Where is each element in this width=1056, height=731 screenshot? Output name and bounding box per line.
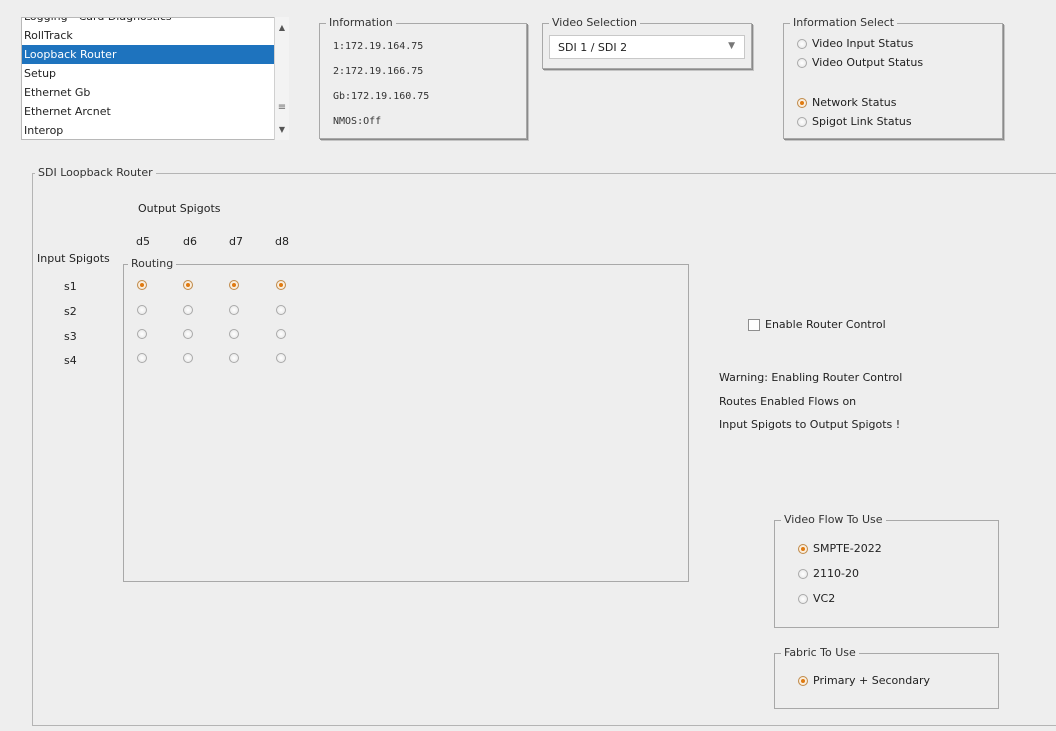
input-spigots-label: Input Spigots: [37, 252, 110, 265]
radio-video-input-status[interactable]: Video Input Status: [797, 37, 913, 50]
route-s1-d7-radio[interactable]: [229, 280, 239, 290]
route-s1-d6-radio[interactable]: [183, 280, 193, 290]
radio-label: VC2: [813, 592, 836, 605]
video-selection-title: Video Selection: [549, 16, 641, 30]
list-item-selected[interactable]: Loopback Router: [22, 45, 276, 64]
output-column-d5: d5: [136, 235, 150, 248]
radio-network-status[interactable]: Network Status: [797, 96, 896, 109]
chevron-down-icon[interactable]: ▼: [728, 41, 735, 51]
input-row-s1: s1: [64, 280, 77, 293]
scroll-down-icon[interactable]: ▼: [275, 123, 289, 137]
radio-label: Video Output Status: [812, 56, 924, 69]
radio-button-selected[interactable]: [797, 97, 807, 108]
route-s1-d5-radio[interactable]: [137, 280, 147, 290]
radio-button[interactable]: [798, 593, 808, 604]
page-list[interactable]: Logging - Card Diagnostics RollTrack Loo…: [21, 17, 277, 140]
radio-label: Video Input Status: [812, 37, 914, 50]
output-column-d7: d7: [229, 235, 243, 248]
scroll-thumb-grip-icon[interactable]: ≡: [275, 102, 289, 113]
info-line: 2:172.19.166.75: [333, 66, 424, 77]
radio-smpte-2022[interactable]: SMPTE-2022: [798, 542, 882, 555]
radio-video-output-status[interactable]: Video Output Status: [797, 56, 923, 69]
list-item[interactable]: Setup: [22, 64, 276, 83]
video-flow-group: Video Flow To Use SMPTE-2022 2110-20 VC2: [774, 513, 999, 628]
warning-text: Input Spigots to Output Spigots !: [719, 418, 901, 431]
radio-primary-secondary[interactable]: Primary + Secondary: [798, 674, 930, 687]
route-s2-d5-radio[interactable]: [137, 305, 147, 315]
fabric-title: Fabric To Use: [781, 646, 859, 660]
info-line: NMOS:Off: [333, 116, 382, 127]
list-item[interactable]: Ethernet Gb: [22, 83, 276, 102]
radio-spigot-link-status[interactable]: Spigot Link Status: [797, 115, 912, 128]
info-line: Gb:172.19.160.75: [333, 91, 430, 102]
route-s3-d6-radio[interactable]: [183, 329, 193, 339]
list-item[interactable]: RollTrack: [22, 26, 276, 45]
radio-label: SMPTE-2022: [813, 542, 882, 555]
routing-group: Routing: [123, 257, 689, 582]
list-item[interactable]: Ethernet Arcnet: [22, 102, 276, 121]
route-s4-d6-radio[interactable]: [183, 353, 193, 363]
video-selection-dropdown[interactable]: SDI 1 / SDI 2 ▼: [549, 35, 745, 59]
video-flow-title: Video Flow To Use: [781, 513, 886, 527]
radio-button-selected[interactable]: [798, 543, 808, 554]
radio-vc2[interactable]: VC2: [798, 592, 835, 605]
output-spigots-label: Output Spigots: [138, 202, 221, 215]
list-scrollbar[interactable]: ▲ ≡ ▼: [274, 17, 289, 140]
route-s2-d6-radio[interactable]: [183, 305, 193, 315]
enable-router-control-checkbox[interactable]: Enable Router Control: [748, 318, 886, 331]
information-select-group: Information Select Video Input Status Vi…: [783, 16, 1003, 139]
list-item[interactable]: Interop: [22, 121, 276, 139]
radio-label: Network Status: [812, 96, 897, 109]
list-item[interactable]: Logging - Card Diagnostics: [22, 18, 276, 26]
route-s3-d5-radio[interactable]: [137, 329, 147, 339]
route-s2-d7-radio[interactable]: [229, 305, 239, 315]
video-selection-value: SDI 1 / SDI 2: [558, 40, 628, 54]
sdi-loopback-router-title: SDI Loopback Router: [35, 166, 156, 180]
route-s3-d8-radio[interactable]: [276, 329, 286, 339]
information-title: Information: [326, 16, 396, 30]
radio-button-selected[interactable]: [798, 675, 808, 686]
radio-button[interactable]: [797, 57, 807, 68]
radio-button[interactable]: [797, 116, 807, 127]
fabric-group: Fabric To Use Primary + Secondary: [774, 646, 999, 709]
enable-router-control-label: Enable Router Control: [765, 318, 886, 331]
warning-text: Warning: Enabling Router Control: [719, 371, 903, 384]
checkbox-box[interactable]: [748, 318, 760, 331]
input-row-s2: s2: [64, 305, 77, 318]
warning-text: Routes Enabled Flows on: [719, 395, 857, 408]
radio-button[interactable]: [797, 38, 807, 49]
route-s4-d8-radio[interactable]: [276, 353, 286, 363]
input-row-s3: s3: [64, 330, 77, 343]
scroll-up-icon[interactable]: ▲: [275, 21, 289, 35]
radio-label: Spigot Link Status: [812, 115, 912, 128]
info-line: 1:172.19.164.75: [333, 41, 424, 52]
information-select-title: Information Select: [790, 16, 898, 30]
radio-button[interactable]: [798, 568, 808, 579]
route-s4-d7-radio[interactable]: [229, 353, 239, 363]
output-column-d6: d6: [183, 235, 197, 248]
radio-label: 2110-20: [813, 567, 859, 580]
output-column-d8: d8: [275, 235, 289, 248]
route-s1-d8-radio[interactable]: [276, 280, 286, 290]
route-s2-d8-radio[interactable]: [276, 305, 286, 315]
information-group: Information 1:172.19.164.75 2:172.19.166…: [319, 16, 527, 139]
input-row-s4: s4: [64, 354, 77, 367]
radio-label: Primary + Secondary: [813, 674, 930, 687]
radio-2110-20[interactable]: 2110-20: [798, 567, 859, 580]
route-s4-d5-radio[interactable]: [137, 353, 147, 363]
routing-title: Routing: [128, 257, 177, 271]
route-s3-d7-radio[interactable]: [229, 329, 239, 339]
